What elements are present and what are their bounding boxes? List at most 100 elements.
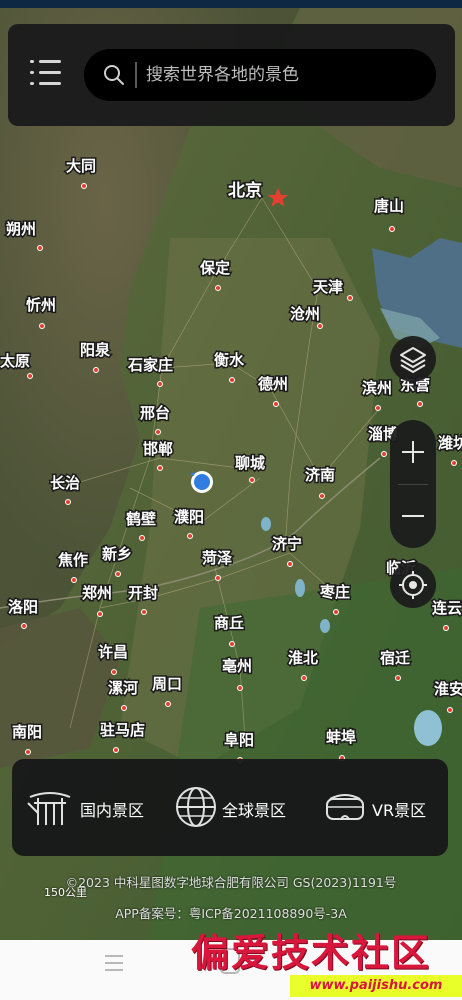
globe-icon [176, 787, 216, 827]
city-marker-icon [157, 465, 163, 471]
city-label[interactable]: 周口 [151, 674, 184, 695]
city-label[interactable]: 忻州 [25, 295, 58, 316]
watermark-title: 偏爱技术社区 [190, 930, 431, 975]
city-label[interactable]: 滨州 [361, 378, 394, 399]
category-vr-button[interactable]: VR景区 [324, 759, 442, 856]
city-marker-icon [71, 577, 77, 583]
city-marker-icon [157, 381, 163, 387]
city-label[interactable]: 济宁 [271, 534, 304, 555]
city-label[interactable]: 许昌 [97, 642, 130, 663]
city-label[interactable]: 保定 [198, 258, 232, 279]
city-marker-icon [229, 641, 235, 647]
city-marker-icon [97, 611, 103, 617]
city-marker-icon [381, 451, 387, 457]
menu-button[interactable] [30, 57, 64, 89]
search-icon[interactable] [102, 63, 126, 87]
city-label[interactable]: 新乡 [101, 544, 134, 565]
city-label[interactable]: 德州 [257, 374, 290, 395]
city-label[interactable]: 天津 [312, 277, 345, 298]
locate-me-button[interactable] [390, 562, 436, 608]
city-label[interactable]: 鹤壁 [125, 509, 158, 530]
city-label[interactable]: 宿迁 [379, 648, 412, 669]
layers-button[interactable] [390, 336, 436, 382]
city-label[interactable]: 邯郸 [142, 439, 175, 460]
city-label[interactable]: 菏泽 [201, 548, 234, 569]
watermark-url: www.paijishu.com [290, 975, 462, 997]
search-divider [135, 62, 137, 88]
category-global-label: 全球景区 [222, 801, 287, 820]
city-label[interactable]: 邢台 [138, 403, 172, 424]
category-domestic-button[interactable]: 国内景区 [24, 759, 162, 856]
city-marker-icon [443, 625, 449, 631]
city-marker-icon [249, 477, 255, 483]
city-marker-icon [93, 367, 99, 373]
city-marker-icon [333, 609, 339, 615]
current-location-icon[interactable] [194, 474, 210, 490]
city-label[interactable]: 衡水 [213, 350, 247, 371]
top-search-panel [8, 24, 455, 126]
zoom-in-button[interactable] [390, 422, 436, 482]
city-label[interactable]: 石家庄 [126, 355, 175, 376]
city-label[interactable]: 洛阳 [7, 597, 40, 618]
city-label[interactable]: 阳泉 [79, 340, 113, 361]
city-marker-icon [215, 575, 221, 581]
city-label[interactable]: 淮安 [433, 679, 462, 700]
city-label[interactable]: 郑州 [81, 583, 114, 604]
city-label[interactable]: 枣庄 [318, 582, 352, 603]
city-label[interactable]: 濮阳 [173, 507, 206, 528]
zoom-control [390, 420, 436, 548]
city-marker-icon [273, 401, 279, 407]
city-marker-icon [25, 749, 31, 755]
city-label[interactable]: 南阳 [11, 722, 44, 743]
city-label[interactable]: 连云港 [431, 598, 462, 619]
zoom-divider [398, 484, 428, 485]
lake [295, 579, 305, 597]
city-label[interactable]: 亳州 [221, 656, 254, 677]
lake [320, 619, 330, 633]
city-marker-icon [319, 493, 325, 499]
city-marker-icon [37, 245, 43, 251]
city-label[interactable]: 淮北 [287, 648, 320, 669]
city-label[interactable]: 济南 [304, 465, 337, 486]
plus-icon [402, 441, 424, 463]
crosshair-icon [399, 571, 427, 599]
recent-apps-icon[interactable] [102, 952, 126, 974]
city-label[interactable]: 大同 [65, 156, 98, 177]
city-label[interactable]: 聊城 [234, 453, 267, 474]
category-global-button[interactable]: 全球景区 [172, 759, 302, 856]
city-label[interactable]: 漯河 [107, 678, 140, 699]
city-label[interactable]: 朔州 [5, 219, 38, 240]
city-marker-icon [417, 401, 423, 407]
city-marker-icon [301, 675, 307, 681]
city-label[interactable]: 太原 [0, 351, 32, 372]
city-label[interactable]: 驻马店 [99, 720, 147, 741]
city-label[interactable]: 潍坊 [437, 433, 462, 454]
city-marker-icon [395, 675, 401, 681]
zoom-out-button[interactable] [390, 486, 436, 546]
city-marker-icon [317, 323, 323, 329]
lake [261, 517, 271, 531]
hongze-lake [414, 710, 442, 746]
gate-icon [27, 792, 71, 825]
category-domestic-label: 国内景区 [80, 801, 145, 820]
city-marker-icon [113, 747, 119, 753]
city-label[interactable]: 沧州 [289, 304, 322, 325]
search-bar[interactable] [84, 49, 436, 101]
city-label[interactable]: 焦作 [56, 550, 90, 571]
city-label[interactable]: 唐山 [373, 196, 406, 217]
city-marker-icon [215, 285, 221, 291]
city-marker-icon [111, 669, 117, 675]
city-label[interactable]: 商丘 [213, 613, 246, 634]
city-marker-icon [165, 701, 171, 707]
search-input[interactable] [146, 59, 416, 91]
city-marker-icon [139, 535, 145, 541]
city-label[interactable]: 阜阳 [223, 730, 256, 751]
city-label[interactable]: 开封 [127, 583, 160, 604]
city-marker-icon [81, 183, 87, 189]
city-label[interactable]: 蚌埠 [325, 727, 358, 748]
city-label[interactable]: 北京 [227, 179, 264, 203]
city-marker-icon [39, 323, 45, 329]
copyright-text: ©2023 中科星图数字地球合肥有限公司 GS(2023)1191号 [65, 875, 397, 890]
city-label[interactable]: 长治 [49, 473, 82, 494]
city-marker-icon [27, 373, 33, 379]
